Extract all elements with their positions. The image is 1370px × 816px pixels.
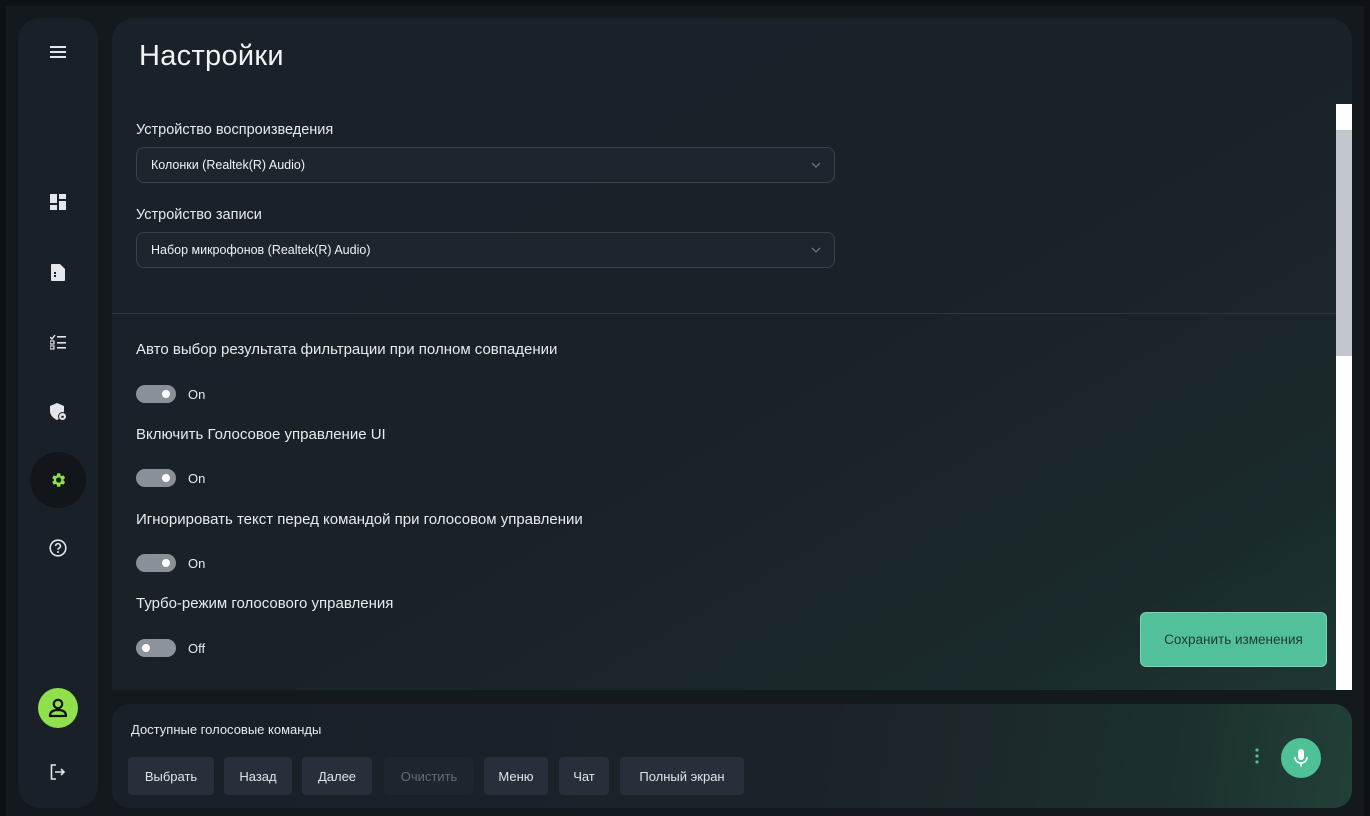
logout-icon [50,764,66,780]
toggle-switch[interactable] [136,385,176,403]
command-menu-button[interactable]: Меню [484,757,548,795]
command-fullscreen-button[interactable]: Полный экран [620,757,744,795]
recording-device-label: Устройство записи [136,207,262,223]
user-icon [48,698,68,718]
toggle-state: Off [188,640,206,656]
settings-panel: Настройки Устройство воспроизведения Кол… [112,18,1352,690]
document-icon [51,263,65,281]
option-toggle[interactable]: Off [136,639,205,657]
recording-device-select[interactable]: Набор микрофонов (Realtek(R) Audio) [136,232,835,268]
playback-device-select[interactable]: Колонки (Realtek(R) Audio) [136,147,835,183]
menu-icon [50,46,66,58]
recording-device-value: Набор микрофонов (Realtek(R) Audio) [151,243,371,257]
toggle-switch[interactable] [136,639,176,657]
sidebar-item-security[interactable] [30,384,86,440]
option-toggle[interactable]: On [136,385,205,403]
menu-button[interactable] [30,24,86,80]
command-next-button[interactable]: Далее [302,757,372,795]
toggle-switch[interactable] [136,554,176,572]
sidebar-item-tasks[interactable] [30,314,86,370]
gear-icon [52,473,66,487]
logout-button[interactable] [30,744,86,800]
sidebar-item-help[interactable] [30,520,86,576]
save-button[interactable]: Сохранить изменения [1140,612,1327,667]
scrollbar-thumb[interactable] [1336,130,1352,356]
option-label: Авто выбор результата фильтрации при пол… [136,341,558,358]
voice-command-bar: Доступные голосовые команды Выбрать Наза… [112,704,1352,808]
voice-commands-title: Доступные голосовые команды [131,722,322,737]
dashboard-icon [50,194,66,210]
shield-lock-icon [49,403,67,421]
command-back-button[interactable]: Назад [224,757,292,795]
toggle-switch[interactable] [136,469,176,487]
sidebar-item-settings[interactable] [30,452,86,508]
option-label: Включить Голосовое управление UI [136,426,386,443]
toggle-state: On [188,470,206,486]
sidebar-item-dashboard[interactable] [30,174,86,230]
microphone-button[interactable] [1281,738,1321,778]
option-label: Турбо-режим голосового управления [136,595,394,612]
chevron-down-icon [811,162,821,168]
avatar[interactable] [38,688,78,728]
chevron-down-icon [811,247,821,253]
option-toggle[interactable]: On [136,469,205,487]
option-toggle[interactable]: On [136,554,205,572]
microphone-icon [1294,749,1308,767]
sidebar [18,18,98,808]
more-vertical-icon [1255,748,1259,764]
toggle-state: On [188,555,206,571]
section-divider [112,313,1352,314]
more-options-button[interactable] [1250,744,1264,768]
page-title: Настройки [139,40,284,72]
toggle-state: On [188,386,206,402]
command-clear-button[interactable]: Очистить [384,757,474,795]
option-label: Игнорировать текст перед командой при го… [136,511,583,528]
checklist-icon [50,334,66,350]
playback-device-value: Колонки (Realtek(R) Audio) [151,158,305,172]
playback-device-label: Устройство воспроизведения [136,122,334,138]
command-chat-button[interactable]: Чат [559,757,609,795]
help-icon [49,539,67,557]
sidebar-item-documents[interactable] [30,244,86,300]
command-select-button[interactable]: Выбрать [128,757,214,795]
